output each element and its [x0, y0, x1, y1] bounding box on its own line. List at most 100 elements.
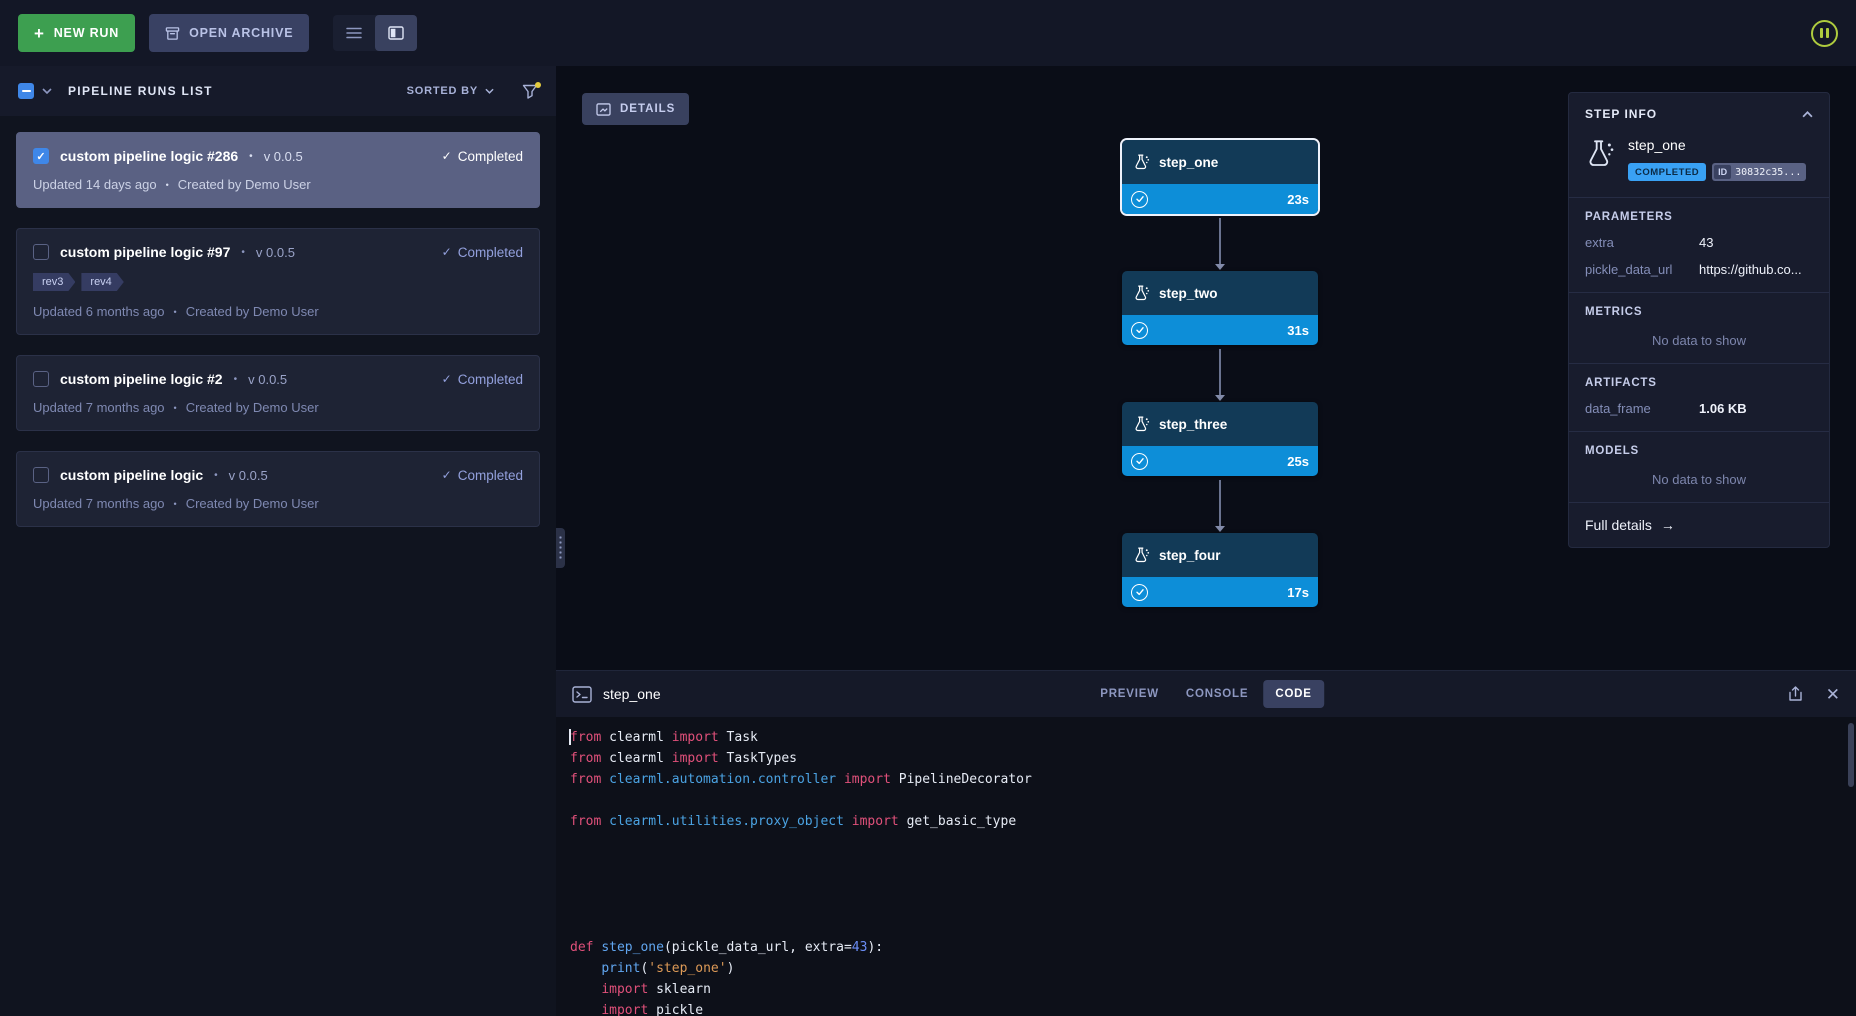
- run-card[interactable]: custom pipeline logic #286 • v 0.0.5 ✓ C…: [16, 132, 540, 208]
- code-line: def step_one(pickle_data_url, extra=43):: [570, 937, 1856, 958]
- run-card[interactable]: custom pipeline logic #2 • v 0.0.5 ✓ Com…: [16, 355, 540, 431]
- panel-resize-handle[interactable]: [556, 528, 565, 568]
- parameter-row: extra 43: [1585, 235, 1813, 250]
- parameter-row: pickle_data_url https://github.co...: [1585, 262, 1813, 277]
- runs-list: custom pipeline logic #286 • v 0.0.5 ✓ C…: [0, 116, 556, 1016]
- step-icon: [1133, 547, 1150, 563]
- run-created: Created by Demo User: [186, 400, 319, 415]
- run-status: ✓ Completed: [442, 149, 523, 164]
- completed-check-icon: [1131, 191, 1148, 208]
- node-status-bar: 31s: [1122, 315, 1318, 345]
- run-checkbox[interactable]: [33, 148, 49, 164]
- new-run-label: NEW RUN: [54, 26, 119, 40]
- check-icon: ✓: [442, 149, 452, 163]
- details-label: DETAILS: [620, 103, 675, 115]
- chevron-down-icon[interactable]: [42, 88, 52, 94]
- separator-dot: •: [234, 374, 238, 385]
- run-card-top: custom pipeline logic #97 • v 0.0.5 ✓ Co…: [33, 244, 523, 260]
- full-details-label: Full details: [1585, 517, 1652, 533]
- pipeline-node[interactable]: step_two 31s: [1122, 271, 1318, 345]
- code-line: [570, 916, 1856, 937]
- topbar: + NEW RUN OPEN ARCHIVE: [0, 0, 1856, 66]
- artifact-value: 1.06 KB: [1699, 401, 1813, 416]
- code-line: import sklearn: [570, 979, 1856, 1000]
- run-version: v 0.0.5: [229, 468, 268, 483]
- open-archive-button[interactable]: OPEN ARCHIVE: [149, 14, 309, 52]
- split-view-button[interactable]: [375, 15, 417, 51]
- metrics-empty-state: No data to show: [1585, 333, 1813, 348]
- run-meta: Updated 6 months ago • Created by Demo U…: [33, 304, 523, 319]
- runs-list-header: PIPELINE RUNS LIST SORTED BY: [0, 66, 556, 116]
- separator-dot: •: [174, 499, 177, 509]
- id-value: 30832c35...: [1735, 167, 1801, 178]
- node-header: step_one: [1122, 140, 1318, 184]
- close-button[interactable]: ✕: [1826, 686, 1840, 703]
- tag[interactable]: rev3: [33, 273, 75, 291]
- table-view-button[interactable]: [333, 15, 375, 51]
- select-all-checkbox[interactable]: [18, 83, 34, 99]
- run-checkbox[interactable]: [33, 244, 49, 260]
- tab-preview[interactable]: PREVIEW: [1088, 680, 1171, 708]
- pipeline-node[interactable]: step_one 23s: [1122, 140, 1318, 214]
- code-line: import pickle: [570, 1000, 1856, 1016]
- run-checkbox[interactable]: [33, 467, 49, 483]
- check-icon: ✓: [442, 468, 452, 482]
- metrics-section: METRICS No data to show: [1569, 293, 1829, 363]
- runs-list-title: PIPELINE RUNS LIST: [68, 84, 213, 98]
- chevron-up-icon[interactable]: [1802, 106, 1813, 121]
- separator-dot: •: [174, 403, 177, 413]
- pipeline-node[interactable]: step_four 17s: [1122, 533, 1318, 607]
- filter-button[interactable]: [522, 84, 538, 99]
- code-editor[interactable]: from clearml import Taskfrom clearml imp…: [556, 717, 1856, 1016]
- step-info-footer: Full details →: [1569, 503, 1829, 547]
- models-empty-state: No data to show: [1585, 472, 1813, 487]
- run-updated: Updated 7 months ago: [33, 400, 165, 415]
- separator-dot: •: [174, 307, 177, 317]
- separator-dot: •: [241, 247, 245, 258]
- tab-console[interactable]: CONSOLE: [1174, 680, 1260, 708]
- full-details-link[interactable]: Full details →: [1585, 517, 1813, 533]
- sorted-by-button[interactable]: SORTED BY: [407, 85, 494, 97]
- run-card[interactable]: custom pipeline logic • v 0.0.5 ✓ Comple…: [16, 451, 540, 527]
- run-checkbox[interactable]: [33, 371, 49, 387]
- code-line: print('step_one'): [570, 958, 1856, 979]
- run-updated: Updated 14 days ago: [33, 177, 157, 192]
- code-content: from clearml import Taskfrom clearml imp…: [570, 727, 1856, 1016]
- run-status-label: Completed: [458, 245, 523, 260]
- run-status: ✓ Completed: [442, 245, 523, 260]
- run-title: custom pipeline logic #286: [60, 148, 238, 164]
- archive-icon: [165, 26, 180, 41]
- completed-check-icon: [1131, 322, 1148, 339]
- tab-code[interactable]: CODE: [1263, 680, 1323, 708]
- pause-indicator-icon[interactable]: [1811, 20, 1838, 47]
- code-line: from clearml.automation.controller impor…: [570, 769, 1856, 790]
- code-line: [570, 895, 1856, 916]
- run-card[interactable]: custom pipeline logic #97 • v 0.0.5 ✓ Co…: [16, 228, 540, 335]
- details-button[interactable]: DETAILS: [582, 93, 689, 125]
- popout-button[interactable]: [1787, 686, 1804, 702]
- code-line: [570, 853, 1856, 874]
- parameter-label: extra: [1585, 235, 1699, 250]
- new-run-button[interactable]: + NEW RUN: [18, 14, 135, 52]
- view-toggle-group: [333, 15, 417, 51]
- run-tags: rev3 rev4: [33, 273, 523, 291]
- node-duration: 23s: [1287, 192, 1309, 207]
- arrow-right-icon: →: [1661, 517, 1675, 533]
- run-updated: Updated 6 months ago: [33, 304, 165, 319]
- node-status-bar: 17s: [1122, 577, 1318, 607]
- code-panel-title: step_one: [603, 686, 661, 702]
- pipeline-node[interactable]: step_three 25s: [1122, 402, 1318, 476]
- node-duration: 25s: [1287, 454, 1309, 469]
- code-line: from clearml import Task: [570, 727, 1856, 748]
- code-scrollbar-thumb[interactable]: [1848, 723, 1854, 787]
- id-chip[interactable]: ID 30832c35...: [1712, 163, 1806, 181]
- text-cursor: [569, 729, 571, 745]
- run-meta: Updated 7 months ago • Created by Demo U…: [33, 496, 523, 511]
- run-meta: Updated 14 days ago • Created by Demo Us…: [33, 177, 523, 192]
- run-created: Created by Demo User: [178, 177, 311, 192]
- separator-dot: •: [249, 151, 253, 162]
- node-name: step_three: [1159, 417, 1227, 432]
- tag[interactable]: rev4: [81, 273, 123, 291]
- code-line: [570, 874, 1856, 895]
- step-identity: step_one COMPLETED ID 30832c35...: [1569, 131, 1829, 197]
